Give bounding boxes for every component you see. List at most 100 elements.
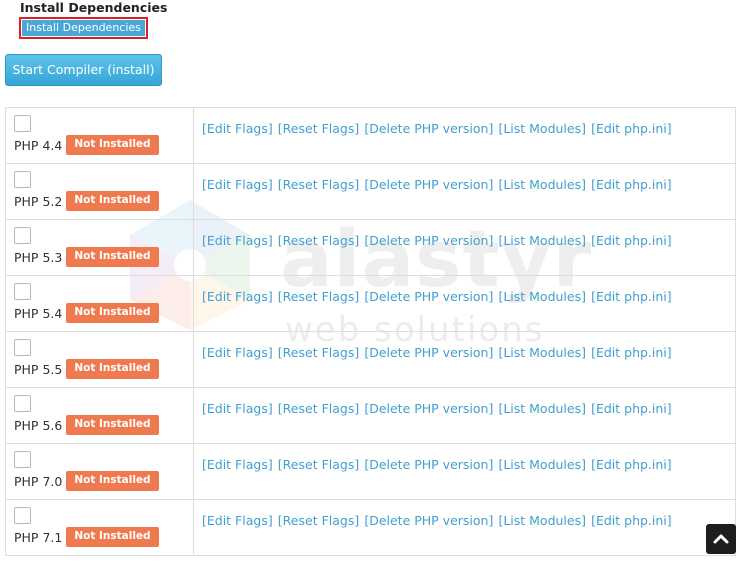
actions-cell: [Edit Flags] [Reset Flags] [Delete PHP v… — [193, 219, 736, 276]
table-row: PHP 5.5 Not Installed [Edit Flags] [Rese… — [5, 331, 736, 388]
edit-flags-link[interactable]: [Edit Flags] — [202, 457, 273, 472]
table-row: PHP 5.6 Not Installed [Edit Flags] [Rese… — [5, 387, 736, 444]
status-badge: Not Installed — [66, 303, 159, 323]
list-modules-link[interactable]: [List Modules] — [498, 289, 586, 304]
edit-flags-link[interactable]: [Edit Flags] — [202, 289, 273, 304]
edit-flags-link[interactable]: [Edit Flags] — [202, 513, 273, 528]
table-row: PHP 7.1 Not Installed [Edit Flags] [Rese… — [5, 499, 736, 556]
edit-php-ini-link[interactable]: [Edit php.ini] — [591, 177, 672, 192]
status-badge: Not Installed — [66, 247, 159, 267]
action-links: [Edit Flags] [Reset Flags] [Delete PHP v… — [202, 398, 672, 417]
list-modules-link[interactable]: [List Modules] — [498, 457, 586, 472]
delete-php-version-link[interactable]: [Delete PHP version] — [364, 513, 493, 528]
version-checkbox[interactable] — [14, 227, 31, 244]
version-line: PHP 5.6 Not Installed — [14, 415, 193, 435]
list-modules-link[interactable]: [List Modules] — [498, 121, 586, 136]
version-label: PHP 5.2 — [14, 193, 63, 209]
version-checkbox[interactable] — [14, 395, 31, 412]
reset-flags-link[interactable]: [Reset Flags] — [278, 177, 359, 192]
actions-cell: [Edit Flags] [Reset Flags] [Delete PHP v… — [193, 163, 736, 220]
version-label: PHP 5.3 — [14, 249, 63, 265]
install-dependencies-button[interactable]: Install Dependencies — [22, 20, 145, 36]
chevron-up-icon — [713, 534, 729, 544]
edit-php-ini-link[interactable]: [Edit php.ini] — [591, 457, 672, 472]
reset-flags-link[interactable]: [Reset Flags] — [278, 289, 359, 304]
version-line: PHP 5.5 Not Installed — [14, 359, 193, 379]
action-links: [Edit Flags] [Reset Flags] [Delete PHP v… — [202, 118, 672, 137]
reset-flags-link[interactable]: [Reset Flags] — [278, 401, 359, 416]
delete-php-version-link[interactable]: [Delete PHP version] — [364, 233, 493, 248]
actions-cell: [Edit Flags] [Reset Flags] [Delete PHP v… — [193, 107, 736, 164]
status-badge: Not Installed — [66, 359, 159, 379]
list-modules-link[interactable]: [List Modules] — [498, 401, 586, 416]
action-links: [Edit Flags] [Reset Flags] [Delete PHP v… — [202, 510, 672, 529]
action-links: [Edit Flags] [Reset Flags] [Delete PHP v… — [202, 230, 672, 249]
version-label: PHP 5.5 — [14, 361, 63, 377]
php-versions-table: PHP 4.4 Not Installed [Edit Flags] [Rese… — [5, 107, 736, 556]
version-label: PHP 5.4 — [14, 305, 63, 321]
list-modules-link[interactable]: [List Modules] — [498, 177, 586, 192]
version-line: PHP 5.3 Not Installed — [14, 247, 193, 267]
reset-flags-link[interactable]: [Reset Flags] — [278, 121, 359, 136]
version-cell: PHP 5.6 Not Installed — [5, 387, 194, 444]
delete-php-version-link[interactable]: [Delete PHP version] — [364, 345, 493, 360]
reset-flags-link[interactable]: [Reset Flags] — [278, 233, 359, 248]
version-cell: PHP 5.4 Not Installed — [5, 275, 194, 332]
table-row: PHP 5.2 Not Installed [Edit Flags] [Rese… — [5, 163, 736, 220]
version-label: PHP 7.0 — [14, 473, 63, 489]
version-checkbox[interactable] — [14, 451, 31, 468]
edit-flags-link[interactable]: [Edit Flags] — [202, 401, 273, 416]
actions-cell: [Edit Flags] [Reset Flags] [Delete PHP v… — [193, 331, 736, 388]
table-row: PHP 4.4 Not Installed [Edit Flags] [Rese… — [5, 107, 736, 164]
version-checkbox[interactable] — [14, 115, 31, 132]
table-row: PHP 5.4 Not Installed [Edit Flags] [Rese… — [5, 275, 736, 332]
edit-php-ini-link[interactable]: [Edit php.ini] — [591, 233, 672, 248]
version-checkbox[interactable] — [14, 171, 31, 188]
version-line: PHP 5.4 Not Installed — [14, 303, 193, 323]
edit-php-ini-link[interactable]: [Edit php.ini] — [591, 289, 672, 304]
list-modules-link[interactable]: [List Modules] — [498, 345, 586, 360]
delete-php-version-link[interactable]: [Delete PHP version] — [364, 177, 493, 192]
edit-php-ini-link[interactable]: [Edit php.ini] — [591, 401, 672, 416]
reset-flags-link[interactable]: [Reset Flags] — [278, 345, 359, 360]
action-links: [Edit Flags] [Reset Flags] [Delete PHP v… — [202, 454, 672, 473]
edit-flags-link[interactable]: [Edit Flags] — [202, 345, 273, 360]
status-badge: Not Installed — [66, 527, 159, 547]
version-cell: PHP 7.0 Not Installed — [5, 443, 194, 500]
status-badge: Not Installed — [66, 191, 159, 211]
version-cell: PHP 5.5 Not Installed — [5, 331, 194, 388]
version-checkbox[interactable] — [14, 507, 31, 524]
edit-flags-link[interactable]: [Edit Flags] — [202, 177, 273, 192]
list-modules-link[interactable]: [List Modules] — [498, 233, 586, 248]
delete-php-version-link[interactable]: [Delete PHP version] — [364, 457, 493, 472]
version-line: PHP 7.0 Not Installed — [14, 471, 193, 491]
list-modules-link[interactable]: [List Modules] — [498, 513, 586, 528]
reset-flags-link[interactable]: [Reset Flags] — [278, 513, 359, 528]
version-line: PHP 4.4 Not Installed — [14, 135, 193, 155]
action-links: [Edit Flags] [Reset Flags] [Delete PHP v… — [202, 342, 672, 361]
reset-flags-link[interactable]: [Reset Flags] — [278, 457, 359, 472]
table-row: PHP 7.0 Not Installed [Edit Flags] [Rese… — [5, 443, 736, 500]
edit-php-ini-link[interactable]: [Edit php.ini] — [591, 513, 672, 528]
version-label: PHP 4.4 — [14, 137, 63, 153]
start-compiler-button[interactable]: Start Compiler (install) — [5, 54, 162, 86]
delete-php-version-link[interactable]: [Delete PHP version] — [364, 289, 493, 304]
scroll-to-top-button[interactable] — [706, 524, 736, 554]
actions-cell: [Edit Flags] [Reset Flags] [Delete PHP v… — [193, 499, 736, 556]
version-checkbox[interactable] — [14, 339, 31, 356]
status-badge: Not Installed — [66, 135, 159, 155]
actions-cell: [Edit Flags] [Reset Flags] [Delete PHP v… — [193, 387, 736, 444]
edit-php-ini-link[interactable]: [Edit php.ini] — [591, 345, 672, 360]
version-cell: PHP 4.4 Not Installed — [5, 107, 194, 164]
status-badge: Not Installed — [66, 415, 159, 435]
edit-flags-link[interactable]: [Edit Flags] — [202, 233, 273, 248]
version-cell: PHP 7.1 Not Installed — [5, 499, 194, 556]
delete-php-version-link[interactable]: [Delete PHP version] — [364, 401, 493, 416]
version-checkbox[interactable] — [14, 283, 31, 300]
delete-php-version-link[interactable]: [Delete PHP version] — [364, 121, 493, 136]
status-badge: Not Installed — [66, 471, 159, 491]
edit-php-ini-link[interactable]: [Edit php.ini] — [591, 121, 672, 136]
edit-flags-link[interactable]: [Edit Flags] — [202, 121, 273, 136]
version-line: PHP 7.1 Not Installed — [14, 527, 193, 547]
version-line: PHP 5.2 Not Installed — [14, 191, 193, 211]
